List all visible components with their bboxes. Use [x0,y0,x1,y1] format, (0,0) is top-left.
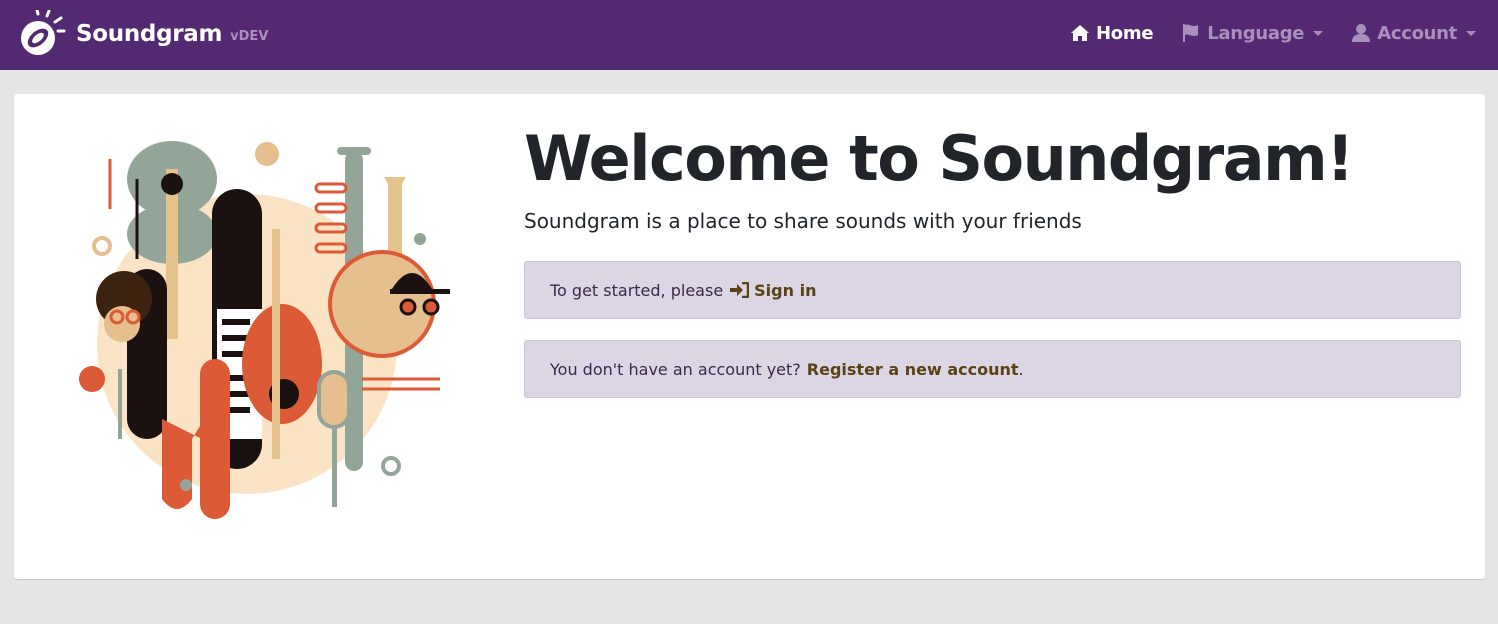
register-prefix: You don't have an account yet? [550,359,801,379]
nav-account-label: Account [1377,22,1457,44]
signin-link-label: Sign in [754,280,817,300]
nav-language-dropdown[interactable]: Language [1181,22,1324,44]
nav-links: Home Language Account [1042,0,1476,66]
flag-icon [1183,24,1199,42]
chevron-down-icon [1313,30,1324,36]
nav-home-label: Home [1096,22,1154,44]
music-instruments-illustration [79,141,450,519]
home-icon [1071,25,1090,41]
signin-alert: To get started, please Sign in [524,261,1461,319]
signin-link[interactable]: Sign in [723,281,816,300]
welcome-card: Welcome to Soundgram! Soundgram is a pla… [14,94,1485,579]
register-link[interactable]: Register a new account [807,360,1019,379]
nav-account-dropdown[interactable]: Account [1351,23,1476,44]
sign-in-icon [730,282,750,298]
brand-link[interactable]: Soundgram vDEV [18,9,268,59]
brand-name: Soundgram [76,21,223,47]
speaker-logo-icon [21,10,66,55]
page-lead: Soundgram is a place to share sounds wit… [524,209,1082,233]
page-title: Welcome to Soundgram! [524,122,1354,195]
chevron-down-icon [1466,30,1476,36]
register-alert: You don't have an account yet? Register … [524,340,1461,398]
nav-home[interactable]: Home [1070,22,1154,44]
brand-version: vDEV [230,28,269,44]
navbar: Soundgram vDEV Home Language Account [0,0,1498,70]
signin-prefix: To get started, please [550,280,724,300]
user-icon [1352,24,1371,42]
register-suffix: . [1018,359,1024,379]
nav-language-label: Language [1207,22,1305,44]
